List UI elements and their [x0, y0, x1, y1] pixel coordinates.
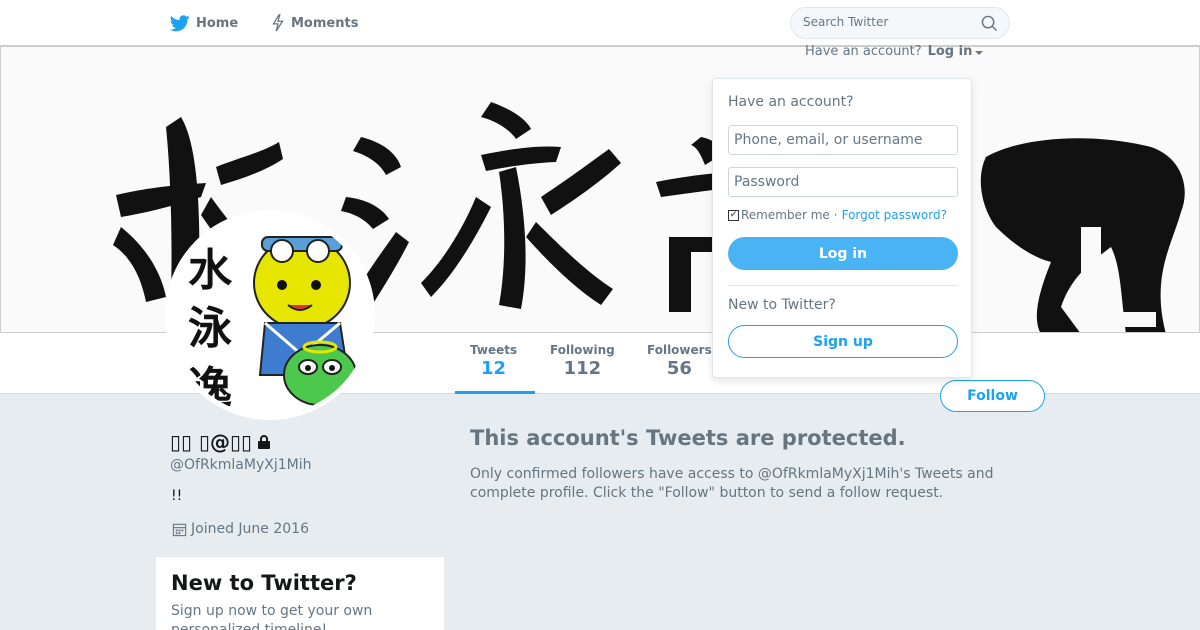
- stat-following[interactable]: Following 112: [550, 343, 615, 379]
- forgot-password-link[interactable]: Forgot password?: [842, 208, 947, 222]
- protected-message: Only confirmed followers have access to …: [470, 466, 994, 501]
- separator-dot: ·: [833, 208, 838, 222]
- active-tab-indicator: [455, 391, 535, 394]
- avatar-illustration: 水 泳 逸: [188, 236, 357, 414]
- protected-title: This account's Tweets are protected.: [470, 426, 906, 450]
- profile-name-text: ▯▯ ▯@▯▯: [170, 430, 252, 454]
- stat-tweets-value: 12: [481, 358, 507, 379]
- login-dropdown: Have an account? ✔ Remember me · Forgot …: [712, 78, 972, 378]
- top-navigation-bar: Home Moments: [0, 0, 1200, 46]
- search-box: [790, 7, 1010, 39]
- profile-handle[interactable]: @OfRkmlaMyXj1Mih: [170, 457, 311, 473]
- avatar-char-3: 逸: [188, 363, 232, 414]
- nav-moments-link[interactable]: Moments: [271, 0, 358, 46]
- stat-tweets[interactable]: Tweets 12: [470, 343, 517, 379]
- new-to-twitter-label: New to Twitter?: [728, 297, 836, 313]
- new-to-twitter-text: Sign up now to get your own personalized…: [171, 603, 373, 630]
- stat-following-label: Following: [550, 343, 615, 357]
- login-button[interactable]: Log in: [728, 237, 958, 270]
- divider: [728, 285, 958, 286]
- username-field[interactable]: [728, 125, 958, 155]
- stat-following-value: 112: [563, 358, 602, 379]
- caret-down-icon: [975, 51, 984, 55]
- avatar-char-2: 泳: [188, 303, 232, 354]
- avatar[interactable]: 水 泳 逸: [165, 210, 375, 420]
- stat-tweets-label: Tweets: [470, 343, 518, 357]
- new-to-twitter-module: New to Twitter? Sign up now to get your …: [156, 557, 444, 630]
- nav-home-link[interactable]: Home: [170, 0, 238, 46]
- login-dropdown-toggle[interactable]: Log in: [928, 44, 984, 59]
- password-field[interactable]: [728, 167, 958, 197]
- remember-me-label[interactable]: Remember me: [741, 208, 830, 222]
- calendar-icon: [172, 522, 187, 537]
- login-prompt: Have an account? Log in: [805, 44, 984, 59]
- follow-button[interactable]: Follow: [940, 380, 1045, 412]
- have-account-text: Have an account?: [805, 44, 922, 59]
- search-icon[interactable]: [981, 15, 998, 36]
- signup-button[interactable]: Sign up: [728, 325, 958, 358]
- nav-home-label: Home: [196, 15, 239, 31]
- new-to-twitter-title: New to Twitter?: [171, 571, 357, 595]
- nav-moments-label: Moments: [291, 15, 359, 31]
- stat-followers-value: 56: [666, 358, 692, 379]
- lightning-icon: [271, 14, 285, 32]
- avatar-char-1: 水: [188, 245, 233, 296]
- search-input[interactable]: [803, 15, 973, 29]
- profile-joined-date: Joined June 2016: [172, 521, 309, 537]
- remember-me-checkbox[interactable]: ✔: [728, 209, 739, 221]
- profile-bio: !!: [171, 488, 183, 504]
- joined-text: Joined June 2016: [191, 521, 309, 537]
- stat-followers-label: Followers: [647, 343, 712, 357]
- login-dropdown-title: Have an account?: [728, 94, 854, 110]
- twitter-bird-icon: [170, 14, 190, 32]
- remember-row: ✔ Remember me · Forgot password?: [728, 208, 947, 222]
- profile-name: ▯▯ ▯@▯▯: [170, 430, 272, 454]
- stat-followers[interactable]: Followers 56: [647, 343, 712, 379]
- lock-icon: [256, 434, 272, 450]
- login-link-label: Log in: [927, 44, 973, 59]
